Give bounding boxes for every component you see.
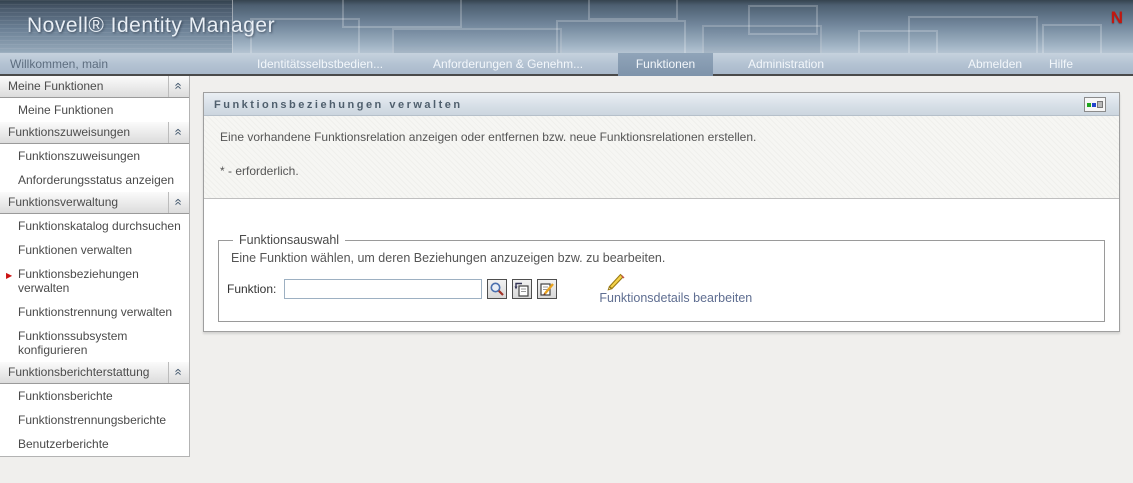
required-note: * - erforderlich. bbox=[220, 164, 299, 178]
banner-decoration bbox=[588, 0, 678, 20]
reset-field-button[interactable] bbox=[537, 279, 558, 299]
sidebar-item-label: Funktionsberichte bbox=[18, 389, 113, 403]
portlet-header: Funktionsbeziehungen verwalten bbox=[204, 93, 1119, 116]
role-input[interactable] bbox=[284, 279, 483, 299]
collapse-chevron-icon[interactable]: « bbox=[168, 76, 189, 97]
sidebar-item-label: Benutzerberichte bbox=[18, 437, 109, 451]
edit-role-details-link-block[interactable]: Funktionsdetails bearbeiten bbox=[599, 273, 752, 305]
sidebar-item-label: Funktionszuweisungen bbox=[18, 149, 141, 163]
portlet-form-section: Funktionsauswahl Eine Funktion wählen, u… bbox=[204, 233, 1119, 331]
banner-decoration bbox=[342, 0, 462, 28]
novell-n-logo-icon: N bbox=[1110, 8, 1123, 27]
banner-decoration bbox=[1042, 24, 1102, 53]
fieldset-description: Eine Funktion wählen, um deren Beziehung… bbox=[231, 251, 666, 265]
sidebar-section-label: Funktionsverwaltung bbox=[8, 195, 119, 209]
sidebar-item-funktionsbeziehungen[interactable]: ▶ Funktionsbeziehungen verwalten bbox=[0, 262, 189, 300]
sidebar-section-label: Funktionsberichterstattung bbox=[8, 365, 150, 379]
tab-identity-self-service[interactable]: Identitätsselbstbedien... bbox=[257, 53, 383, 76]
sidebar-section-funktionszuweisungen[interactable]: Funktionszuweisungen « bbox=[0, 122, 189, 144]
search-object-button[interactable] bbox=[487, 279, 508, 299]
manage-role-relationships-portlet: Funktionsbeziehungen verwalten Eine vorh… bbox=[203, 92, 1120, 332]
edit-role-details-link[interactable]: Funktionsdetails bearbeiten bbox=[599, 291, 752, 305]
portlet-title: Funktionsbeziehungen verwalten bbox=[214, 99, 463, 111]
role-selection-fieldset: Funktionsauswahl Eine Funktion wählen, u… bbox=[218, 233, 1105, 322]
sidebar-section-label: Funktionszuweisungen bbox=[8, 125, 131, 139]
object-history-button[interactable] bbox=[512, 279, 533, 299]
collapse-chevron-icon[interactable]: « bbox=[168, 362, 189, 383]
sidebar-item-label: Funktionen verwalten bbox=[18, 243, 133, 257]
portlet-window-controls-icon[interactable] bbox=[1084, 97, 1106, 112]
collapse-chevron-icon[interactable]: « bbox=[168, 192, 189, 213]
sidebar-item-funktionstrennung[interactable]: ▶ Funktionstrennung verwalten bbox=[0, 300, 189, 324]
top-navbar: Willkommen, main Identitätsselbstbedien.… bbox=[0, 53, 1133, 76]
help-link[interactable]: Hilfe bbox=[1049, 53, 1073, 76]
sidebar-item-funktionskatalog[interactable]: ▶ Funktionskatalog durchsuchen bbox=[0, 214, 189, 238]
banner-decoration bbox=[556, 20, 686, 53]
sidebar-item-funktionsberichte[interactable]: ▶ Funktionsberichte bbox=[0, 384, 189, 408]
sidebar-item-label: Funktionskatalog durchsuchen bbox=[18, 219, 181, 233]
welcome-label: Willkommen, main bbox=[10, 57, 109, 71]
sidebar-item-funktionssubsystem[interactable]: ▶ Funktionssubsystem konfigurieren bbox=[0, 324, 189, 362]
sidebar-section-label: Meine Funktionen bbox=[8, 79, 104, 93]
sidebar-item-benutzerberichte[interactable]: ▶ Benutzerberichte bbox=[0, 432, 189, 456]
selected-marker-icon: ▶ bbox=[6, 271, 13, 280]
app-title: Novell® Identity Manager bbox=[27, 14, 276, 37]
sidebar-item-anforderungsstatus[interactable]: ▶ Anforderungsstatus anzeigen bbox=[0, 168, 189, 192]
sidebar-item-label: Funktionstrennungsberichte bbox=[18, 413, 167, 427]
sidebar-section-funktionsverwaltung[interactable]: Funktionsverwaltung « bbox=[0, 192, 189, 214]
sidebar-section-meine-funktionen[interactable]: Meine Funktionen « bbox=[0, 76, 189, 98]
tab-administration[interactable]: Administration bbox=[748, 53, 824, 76]
banner-decoration bbox=[908, 16, 1038, 53]
sidebar-item-label: Anforderungsstatus anzeigen bbox=[18, 173, 175, 187]
sidebar-section-funktionsberichterstattung[interactable]: Funktionsberichterstattung « bbox=[0, 362, 189, 384]
role-field-label: Funktion: bbox=[227, 282, 277, 296]
role-field-row: Funktion: Funktionsdetails bearbeiten bbox=[227, 273, 1092, 305]
sidebar-item-funktionszuweisungen[interactable]: ▶ Funktionszuweisungen bbox=[0, 144, 189, 168]
main-content: Funktionsbeziehungen verwalten Eine vorh… bbox=[190, 76, 1133, 480]
intro-text: Eine vorhandene Funktionsrelation anzeig… bbox=[220, 130, 757, 144]
portlet-intro-section: Eine vorhandene Funktionsrelation anzeig… bbox=[204, 116, 1119, 199]
history-page-icon bbox=[514, 282, 529, 297]
search-icon bbox=[490, 282, 505, 296]
sidebar-item-funktionen-verwalten[interactable]: ▶ Funktionen verwalten bbox=[0, 238, 189, 262]
sidebar-item-label: Funktionssubsystem konfigurieren bbox=[18, 329, 128, 357]
logout-link[interactable]: Abmelden bbox=[968, 53, 1022, 76]
sidebar-item-label: Funktionsbeziehungen verwalten bbox=[18, 267, 139, 295]
banner-decoration bbox=[392, 28, 562, 53]
app-banner: Novell® Identity Manager N bbox=[0, 0, 1133, 53]
page-pencil-icon bbox=[540, 283, 555, 296]
sidebar-item-meine-funktionen[interactable]: ▶ Meine Funktionen bbox=[0, 98, 189, 122]
sidebar-item-funktionstrennungsberichte[interactable]: ▶ Funktionstrennungsberichte bbox=[0, 408, 189, 432]
sidebar-item-label: Meine Funktionen bbox=[18, 103, 114, 117]
sidebar-item-label: Funktionstrennung verwalten bbox=[18, 305, 173, 319]
sidebar-navigation: Meine Funktionen « ▶ Meine Funktionen Fu… bbox=[0, 76, 190, 457]
tab-roles[interactable]: Funktionen bbox=[618, 53, 713, 76]
pencil-icon bbox=[607, 273, 625, 291]
collapse-chevron-icon[interactable]: « bbox=[168, 122, 189, 143]
banner-decoration bbox=[748, 5, 818, 35]
fieldset-legend: Funktionsauswahl bbox=[239, 233, 340, 247]
tab-requests-approvals[interactable]: Anforderungen & Genehm... bbox=[433, 53, 583, 76]
identity-manager-app: Novell® Identity Manager N Willkommen, m… bbox=[0, 0, 1133, 483]
